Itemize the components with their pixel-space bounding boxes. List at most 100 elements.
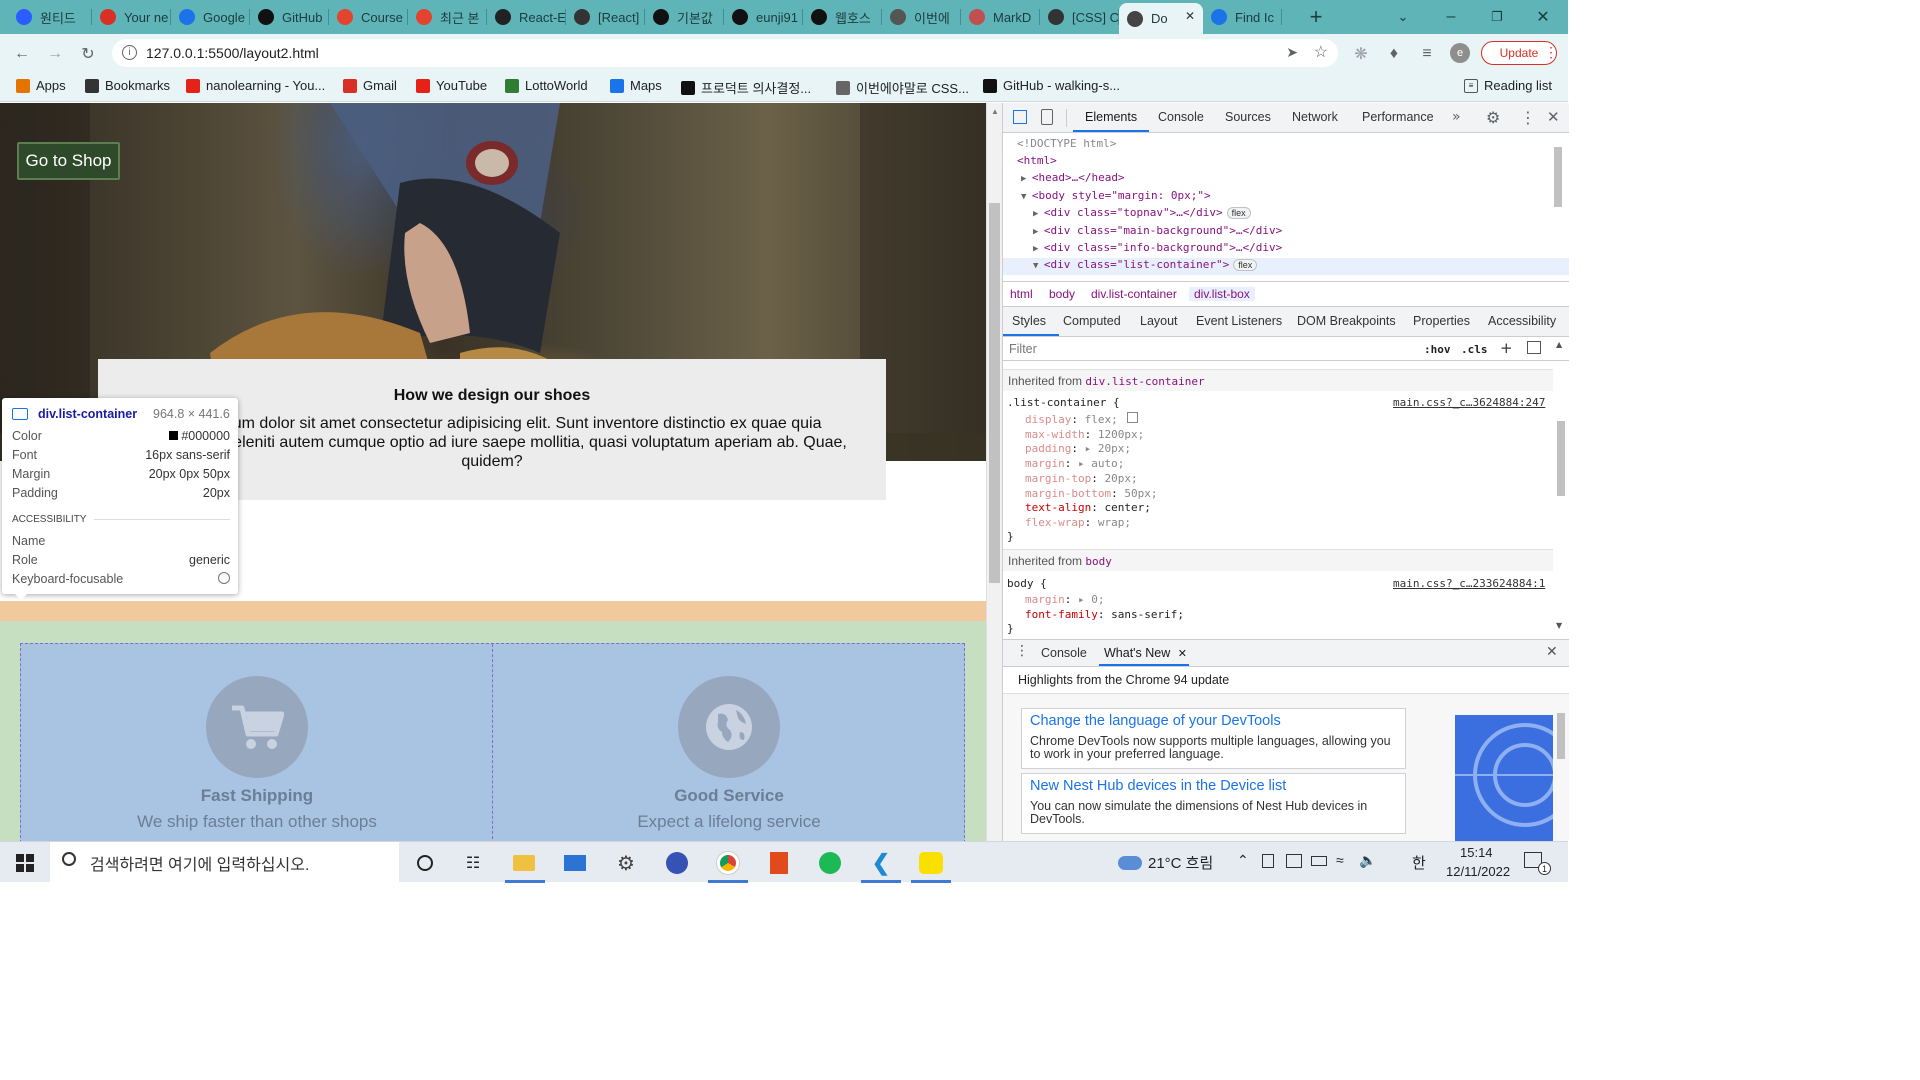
css-value[interactable]: ▸ 0; bbox=[1078, 593, 1105, 606]
news-card[interactable]: New Nest Hub devices in the Device list … bbox=[1021, 773, 1406, 834]
minimize-button[interactable]: – bbox=[1428, 0, 1474, 34]
subtab-styles[interactable]: Styles bbox=[1012, 314, 1046, 328]
close-tab-icon[interactable]: ✕ bbox=[1185, 9, 1195, 23]
css-declaration[interactable]: padding: ▸ 20px; bbox=[1025, 442, 1131, 455]
css-value[interactable]: wrap; bbox=[1098, 516, 1131, 529]
kakaotalk-icon[interactable] bbox=[916, 848, 946, 878]
browser-tab[interactable]: eunji91 bbox=[724, 3, 803, 31]
rule-source-link[interactable]: main.css?_c…233624884:1 bbox=[1393, 577, 1545, 590]
tab-elements[interactable]: Elements bbox=[1085, 110, 1137, 124]
expand-arrow-icon[interactable]: ▶ bbox=[1033, 227, 1044, 237]
css-property[interactable]: font-family bbox=[1025, 608, 1098, 621]
css-value[interactable]: ▸ 20px; bbox=[1085, 442, 1131, 455]
expand-arrow-icon[interactable]: ▶ bbox=[1033, 244, 1044, 254]
drawer-scrollbar[interactable] bbox=[1555, 699, 1567, 839]
css-declaration[interactable]: display: flex; bbox=[1025, 413, 1118, 426]
taskbar-search[interactable]: 검색하려면 여기에 입력하십시오. bbox=[50, 842, 399, 883]
subtab-event-listeners[interactable]: Event Listeners bbox=[1196, 314, 1282, 328]
close-devtools-icon[interactable]: ✕ bbox=[1547, 108, 1560, 126]
css-property[interactable]: margin-bottom bbox=[1025, 487, 1111, 500]
styles-filter-input[interactable] bbox=[1007, 339, 1413, 359]
settings-gear-icon[interactable]: ⚙ bbox=[1486, 108, 1500, 127]
css-property[interactable]: margin bbox=[1025, 593, 1065, 606]
chrome-icon[interactable] bbox=[713, 848, 743, 878]
flex-badge[interactable]: flex bbox=[1226, 207, 1251, 219]
clock-date[interactable]: 12/11/2022 bbox=[1446, 864, 1510, 879]
rule-source-link[interactable]: main.css?_c…3624884:247 bbox=[1393, 396, 1545, 409]
update-button[interactable]: Update ⋮ bbox=[1481, 41, 1558, 65]
drawer-tab-console[interactable]: Console bbox=[1041, 646, 1087, 660]
dom-scrollbar[interactable] bbox=[1553, 137, 1563, 277]
styles-scroll-down-icon[interactable]: ▼ bbox=[1556, 621, 1562, 630]
dom-node[interactable]: ▶ <head>…</head> bbox=[1003, 171, 1569, 188]
media-icon[interactable]: ≡ bbox=[1414, 41, 1440, 67]
close-tab-icon[interactable]: ✕ bbox=[1178, 648, 1187, 660]
flexbox-editor-icon[interactable] bbox=[1127, 412, 1138, 423]
drawer-menu-icon[interactable]: ⋮ bbox=[1015, 643, 1029, 659]
bookmark-item[interactable]: Apps bbox=[16, 78, 66, 93]
bookmark-item[interactable]: nanolearning - You... bbox=[186, 78, 325, 93]
news-title[interactable]: Change the language of your DevTools bbox=[1030, 713, 1281, 729]
browser-tab[interactable]: 최근 본 bbox=[408, 3, 487, 31]
dom-scroll-thumb[interactable] bbox=[1554, 147, 1562, 207]
styles-scrollbar[interactable] bbox=[1555, 361, 1567, 631]
bookmark-item[interactable]: YouTube bbox=[416, 78, 487, 93]
forward-icon[interactable]: → bbox=[42, 41, 68, 67]
page-scroll-thumb[interactable] bbox=[989, 203, 1000, 583]
news-card[interactable]: Change the language of your DevTools Chr… bbox=[1021, 708, 1406, 769]
office-icon[interactable] bbox=[764, 848, 794, 878]
subtab-properties[interactable]: Properties bbox=[1413, 314, 1470, 328]
styles-scroll-up-icon[interactable]: ▲ bbox=[1556, 340, 1562, 349]
vscode-icon[interactable]: ❮ bbox=[866, 848, 896, 878]
avatar[interactable]: e bbox=[1450, 43, 1470, 63]
browser-tab[interactable]: Do ✕ bbox=[1119, 3, 1203, 34]
tab-search-icon[interactable]: ⌄ bbox=[1380, 0, 1426, 34]
css-value[interactable]: center; bbox=[1104, 501, 1150, 514]
inherited-source[interactable]: body bbox=[1085, 555, 1112, 568]
dom-node-selected[interactable]: ▼ <div class="list-container"> flex bbox=[1003, 258, 1569, 275]
css-value[interactable]: ▸ auto; bbox=[1078, 457, 1124, 470]
drawer-tab-whats-new[interactable]: What's New ✕ bbox=[1104, 646, 1187, 660]
browser-tab[interactable]: Course bbox=[329, 3, 408, 31]
browser-tab[interactable]: 원티드 bbox=[8, 3, 92, 31]
tray-icon[interactable] bbox=[1286, 854, 1302, 868]
extension-icon[interactable]: ❋ bbox=[1348, 41, 1374, 67]
toggle-sidebar-icon[interactable] bbox=[1527, 341, 1541, 354]
battery-icon[interactable] bbox=[1311, 856, 1327, 866]
css-declaration[interactable]: font-family: sans-serif; bbox=[1025, 608, 1184, 621]
subtab-accessibility[interactable]: Accessibility bbox=[1488, 314, 1556, 328]
wifi-icon[interactable]: ≈ bbox=[1336, 852, 1344, 868]
spotify-icon[interactable] bbox=[815, 848, 845, 878]
browser-tab[interactable]: [CSS] C bbox=[1040, 3, 1119, 31]
browser-tab[interactable]: 웹호스 bbox=[803, 3, 882, 31]
collapse-arrow-icon[interactable]: ▼ bbox=[1033, 261, 1044, 271]
mail-icon[interactable] bbox=[560, 848, 590, 878]
cortana-icon[interactable] bbox=[410, 848, 440, 878]
css-value[interactable]: flex; bbox=[1085, 413, 1118, 426]
css-declaration[interactable]: text-align: center; bbox=[1025, 501, 1151, 514]
go-to-shop-button[interactable]: Go to Shop bbox=[17, 142, 120, 180]
scroll-up-icon[interactable]: ▲ bbox=[991, 107, 999, 116]
flex-badge[interactable]: flex bbox=[1233, 259, 1258, 271]
bookmark-item[interactable]: Bookmarks bbox=[85, 78, 170, 93]
app-icon[interactable] bbox=[662, 848, 692, 878]
collapse-arrow-icon[interactable]: ▼ bbox=[1021, 192, 1032, 202]
close-window-button[interactable]: ✕ bbox=[1520, 0, 1566, 34]
devtools-menu-icon[interactable]: ⋮ bbox=[1520, 108, 1536, 127]
info-icon[interactable]: i bbox=[122, 45, 137, 60]
maximize-button[interactable]: ❐ bbox=[1474, 0, 1520, 34]
tab-network[interactable]: Network bbox=[1292, 110, 1338, 124]
subtab-layout[interactable]: Layout bbox=[1140, 314, 1178, 328]
expand-arrow-icon[interactable]: ▶ bbox=[1033, 209, 1044, 219]
tab-console[interactable]: Console bbox=[1158, 110, 1204, 124]
css-value[interactable]: 1200px; bbox=[1098, 428, 1144, 441]
css-declaration[interactable]: margin: ▸ auto; bbox=[1025, 457, 1124, 470]
back-icon[interactable]: ← bbox=[9, 41, 35, 67]
css-property[interactable]: flex-wrap bbox=[1025, 516, 1085, 529]
css-declaration[interactable]: margin-bottom: 50px; bbox=[1025, 487, 1157, 500]
device-toolbar-icon[interactable] bbox=[1041, 109, 1053, 125]
new-rule-icon[interactable]: + bbox=[1500, 339, 1513, 357]
browser-tab[interactable]: [React] bbox=[566, 3, 645, 31]
clock-time[interactable]: 15:14 bbox=[1460, 845, 1493, 860]
bookmark-item[interactable]: LottoWorld bbox=[505, 78, 588, 93]
